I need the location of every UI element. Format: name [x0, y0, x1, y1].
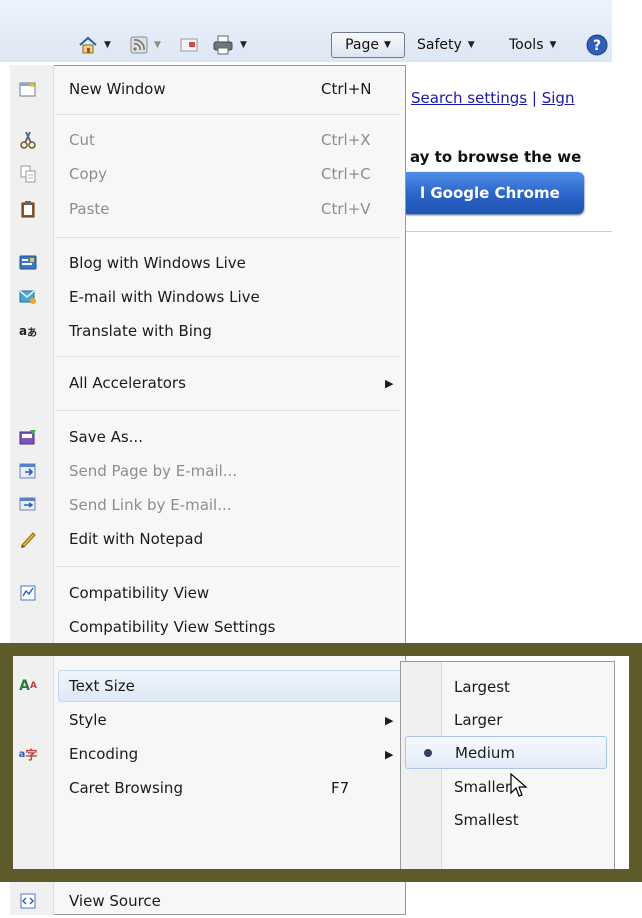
menu-item-view-source[interactable]: View Source [11, 884, 405, 918]
chevron-down-icon: ▼ [549, 40, 557, 50]
menu-separator [56, 566, 400, 567]
menu-item-text-size[interactable]: AA Text Size [11, 669, 405, 703]
menu-item-blog-windows-live[interactable]: Blog with Windows Live [11, 246, 405, 280]
chevron-down-icon: ▼ [240, 40, 247, 50]
sign-in-link[interactable]: Sign [542, 89, 575, 107]
text-size-option-medium[interactable]: Medium [405, 736, 607, 769]
translate-icon: aあ [18, 324, 38, 339]
menu-item-style[interactable]: Style ▶ [11, 703, 405, 737]
menu-separator [56, 410, 400, 411]
menu-item-copy[interactable]: Copy Ctrl+C [11, 157, 405, 191]
install-chrome-button[interactable]: l Google Chrome [406, 172, 584, 214]
search-links: Search settings | Sign [411, 89, 574, 107]
read-mail-button[interactable] [180, 33, 198, 57]
mail-icon [180, 38, 198, 52]
mouse-pointer-icon [510, 773, 528, 797]
menu-item-save-as[interactable]: Save As... [11, 420, 405, 454]
clipboard-icon [19, 200, 37, 218]
chevron-down-icon: ▼ [383, 40, 391, 50]
send-page-icon [19, 462, 37, 480]
encoding-icon: a字 [18, 747, 38, 762]
chevron-down-icon: ▼ [104, 40, 111, 50]
safety-menu-button[interactable]: Safety ▼ [417, 33, 475, 57]
text-size-option-smaller[interactable]: Smaller [401, 770, 614, 803]
menu-item-send-page-email[interactable]: Send Page by E-mail... [11, 454, 405, 488]
menu-item-translate-bing[interactable]: aあ Translate with Bing [11, 314, 405, 348]
menu-separator [56, 237, 400, 238]
blog-icon [19, 254, 37, 272]
print-button[interactable]: ▼ [212, 33, 247, 57]
submenu-arrow-icon: ▶ [385, 376, 394, 390]
radio-selected-icon [424, 748, 432, 757]
page-menu-button[interactable]: Page ▼ [331, 32, 405, 58]
menu-item-email-windows-live[interactable]: E-mail with Windows Live [11, 280, 405, 314]
save-icon [19, 428, 37, 446]
compatibility-icon [19, 584, 37, 602]
pencil-icon [19, 530, 37, 548]
menu-item-send-link-email[interactable]: Send Link by E-mail... [11, 488, 405, 522]
menu-item-all-accelerators[interactable]: All Accelerators ▶ [11, 366, 405, 400]
divider [406, 231, 612, 232]
text-size-submenu: Largest Larger Medium Smaller Smallest [400, 661, 615, 876]
menu-item-compatibility-view-settings[interactable]: Compatibility View Settings [11, 610, 405, 644]
view-source-icon [19, 892, 37, 910]
search-settings-link[interactable]: Search settings [411, 89, 527, 107]
send-link-icon [19, 496, 37, 514]
scissors-icon [19, 131, 37, 149]
menu-item-edit-notepad[interactable]: Edit with Notepad [11, 522, 405, 556]
email-icon [19, 288, 37, 306]
menu-separator [56, 356, 400, 357]
submenu-arrow-icon: ▶ [385, 713, 394, 727]
menu-item-compatibility-view[interactable]: Compatibility View [11, 576, 405, 610]
text-size-option-largest[interactable]: Largest [401, 670, 614, 703]
menu-item-caret-browsing[interactable]: Caret Browsing F7 [11, 771, 405, 805]
menu-separator [56, 654, 400, 655]
menu-item-encoding[interactable]: a字 Encoding ▶ [11, 737, 405, 771]
text-size-option-smallest[interactable]: Smallest [401, 803, 614, 836]
help-icon: ? [586, 34, 608, 56]
menu-item-new-window[interactable]: New Window Ctrl+N [11, 72, 405, 106]
chevron-down-icon: ▼ [467, 40, 475, 50]
rss-icon [130, 36, 148, 54]
tools-menu-button[interactable]: Tools ▼ [509, 33, 556, 57]
command-bar: ▼ ▼ ▼ Page ▼ Safety ▼ Tools ▼ ? [0, 0, 612, 62]
chevron-down-icon: ▼ [154, 40, 161, 50]
submenu-arrow-icon: ▶ [385, 747, 394, 761]
new-window-icon [19, 80, 37, 98]
text-size-option-larger[interactable]: Larger [401, 703, 614, 736]
promo-text: ay to browse the we [410, 148, 582, 166]
menu-item-paste[interactable]: Paste Ctrl+V [11, 192, 405, 226]
home-button[interactable]: ▼ [78, 33, 111, 57]
copy-icon [19, 165, 37, 183]
menu-separator [56, 114, 400, 115]
svg-text:?: ? [593, 38, 601, 54]
menu-item-cut[interactable]: Cut Ctrl+X [11, 123, 405, 157]
feeds-button[interactable]: ▼ [130, 33, 161, 57]
home-icon [79, 36, 97, 54]
text-size-icon: AA [19, 678, 37, 694]
link-divider: | [531, 89, 542, 107]
help-button[interactable]: ? [586, 33, 608, 57]
printer-icon [213, 35, 233, 55]
